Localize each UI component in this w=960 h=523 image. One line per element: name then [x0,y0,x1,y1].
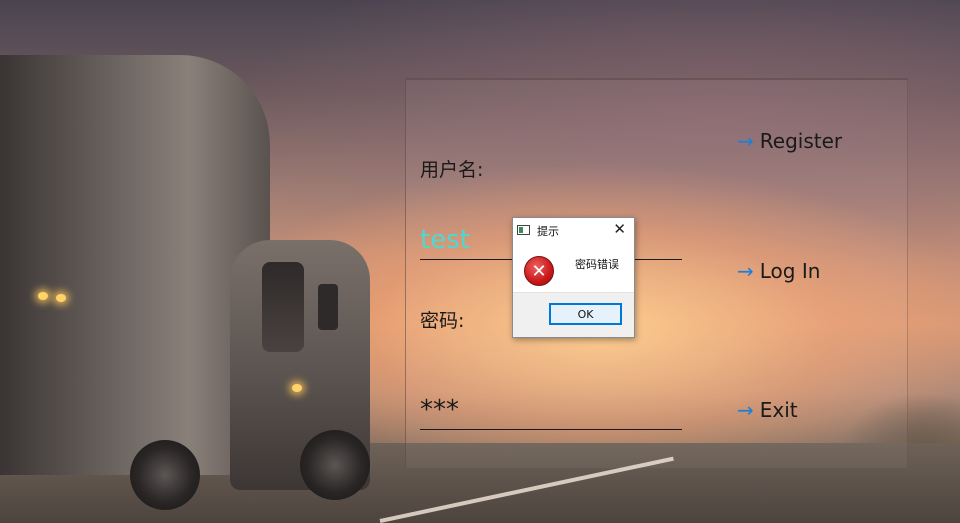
exit-label: Exit [759,398,798,422]
arrow-right-icon: → [737,398,754,422]
dialog-body: ✕ 密码错误 [513,242,634,292]
dialog-title: 提示 [537,225,559,238]
username-value: test [420,225,470,255]
truck-light [38,292,48,300]
arrow-right-icon: → [737,129,754,153]
register-link[interactable]: → Register [737,129,842,153]
username-label: 用户名: [420,159,484,181]
dialog-message: 密码错误 [575,258,619,271]
register-label: Register [759,129,843,153]
dialog-titlebar[interactable]: 提示 ✕ [513,218,634,242]
login-label: Log In [759,259,821,283]
arrow-right-icon: → [737,259,754,283]
password-field[interactable]: *** [420,390,682,430]
truck-wheel [130,440,200,510]
truck-light [56,294,66,302]
truck-wheel [300,430,370,500]
password-label: 密码: [420,310,465,332]
error-icon: ✕ [524,256,554,286]
exit-link[interactable]: → Exit [737,398,798,422]
truck-mirror [318,284,338,330]
app-icon [517,225,530,235]
ok-button[interactable]: OK [549,303,622,325]
error-dialog: 提示 ✕ ✕ 密码错误 OK [512,217,635,338]
close-icon[interactable]: ✕ [613,221,626,237]
login-link[interactable]: → Log In [737,259,820,283]
dialog-footer: OK [513,292,634,337]
password-value: *** [420,395,459,425]
truck-light [292,384,302,392]
truck-window [262,262,304,352]
